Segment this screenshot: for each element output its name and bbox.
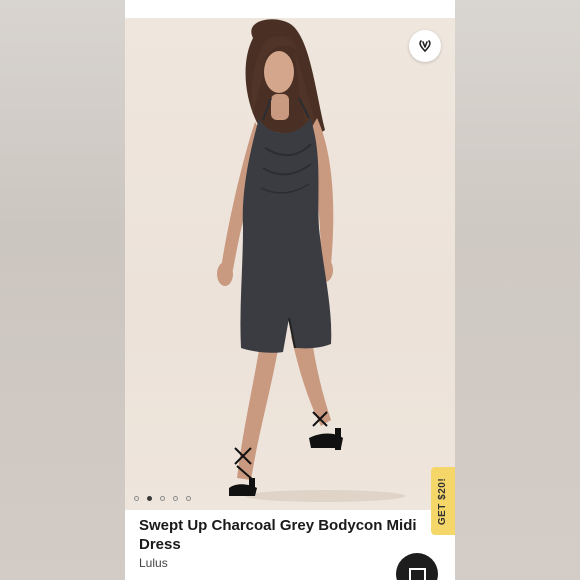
promo-label: GET $20! bbox=[437, 477, 449, 525]
chat-icon bbox=[408, 568, 426, 580]
product-photo[interactable] bbox=[125, 18, 455, 510]
chat-button[interactable] bbox=[396, 553, 438, 580]
product-screen: GET $20! Swept Up Charcoal Grey Bodycon … bbox=[125, 0, 455, 580]
background-right bbox=[455, 0, 580, 580]
gallery-dot[interactable] bbox=[173, 496, 178, 501]
top-bar bbox=[125, 0, 455, 18]
gallery-dot[interactable] bbox=[134, 496, 139, 501]
gallery-dot[interactable] bbox=[186, 496, 191, 501]
product-brand[interactable]: Lulus bbox=[139, 556, 168, 570]
gallery-pagination bbox=[134, 496, 191, 501]
gallery-dot-active[interactable] bbox=[147, 496, 152, 501]
gallery-dot[interactable] bbox=[160, 496, 165, 501]
favorite-button[interactable] bbox=[409, 30, 441, 62]
product-title: Swept Up Charcoal Grey Bodycon Midi Dres… bbox=[139, 517, 417, 553]
heart-outline-icon bbox=[419, 40, 431, 53]
model-illustration bbox=[217, 19, 405, 502]
background-left bbox=[0, 0, 125, 580]
